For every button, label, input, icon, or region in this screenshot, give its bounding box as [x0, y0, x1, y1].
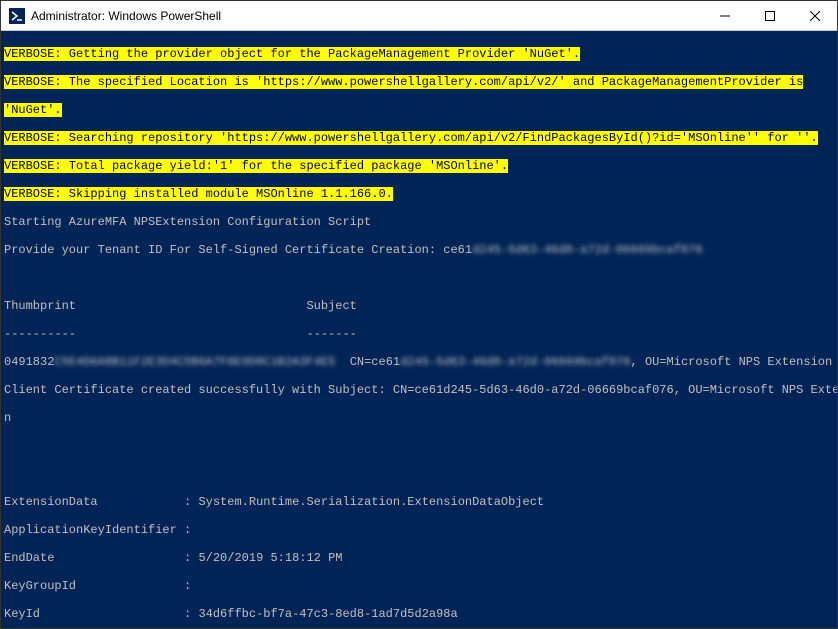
tenant-prompt: Provide your Tenant ID For Self-Signed C… [4, 243, 834, 257]
window-controls [702, 1, 837, 30]
powershell-window: Administrator: Windows PowerShell VERBOS… [0, 0, 838, 629]
close-button[interactable] [792, 1, 837, 30]
prop-row: ExtensionData : System.Runtime.Serializa… [4, 495, 834, 509]
minimize-button[interactable] [702, 1, 747, 30]
titlebar[interactable]: Administrator: Windows PowerShell [1, 1, 837, 31]
terminal-output[interactable]: VERBOSE: Getting the provider object for… [1, 31, 837, 628]
maximize-button[interactable] [747, 1, 792, 30]
verbose-line: VERBOSE: Getting the provider object for… [4, 47, 580, 61]
script-start: Starting AzureMFA NPSExtension Configura… [4, 215, 834, 229]
client-cert-created: Client Certificate created successfully … [4, 383, 834, 397]
powershell-icon [9, 8, 25, 24]
client-cert-created: n [4, 411, 834, 425]
verbose-line: 'NuGet'. [4, 103, 62, 117]
prop-row: KeyId : 34d6ffbc-bf7a-47c3-8ed8-1ad7d5d2… [4, 607, 834, 621]
cert-table-sep: ---------- ------- [4, 327, 834, 341]
verbose-line: VERBOSE: Total package yield:'1' for the… [4, 159, 508, 173]
prop-row: EndDate : 5/20/2019 5:18:12 PM [4, 551, 834, 565]
verbose-line: VERBOSE: Searching repository 'https://w… [4, 131, 818, 145]
verbose-line: VERBOSE: Skipping installed module MSOnl… [4, 187, 393, 201]
verbose-line: VERBOSE: The specified Location is 'http… [4, 75, 803, 89]
titlebar-title: Administrator: Windows PowerShell [31, 9, 702, 23]
cert-table-row: 0491832C5E4D6A8B11F2E3D4C5B6A7F8E9D0C1B2… [4, 355, 834, 369]
prop-row: ApplicationKeyIdentifier : [4, 523, 834, 537]
prop-row: KeyGroupId : [4, 579, 834, 593]
cert-table-header: Thumbprint Subject [4, 299, 834, 313]
